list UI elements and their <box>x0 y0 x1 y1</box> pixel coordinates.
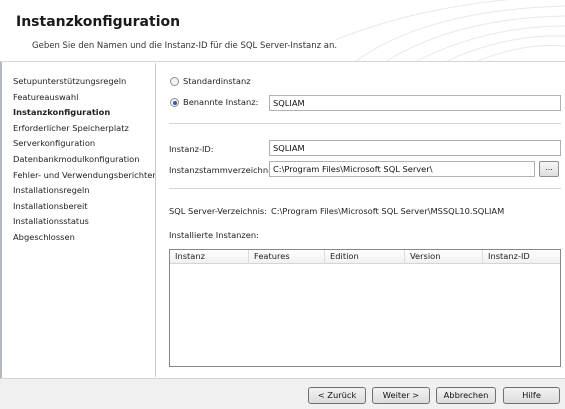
default-instance-label[interactable]: Standardinstanz <box>183 76 251 86</box>
sql-dir-label: SQL Server-Verzeichnis: <box>169 206 268 216</box>
table-header: Instanz Features Edition Version Instanz… <box>170 250 560 264</box>
wizard-steps-sidebar: Setupunterstützungsregeln Featureauswahl… <box>2 63 156 377</box>
named-instance-input[interactable]: SQLIAM <box>269 95 561 111</box>
sidebar-item-setupunterstuetzungsregeln[interactable]: Setupunterstützungsregeln <box>2 74 155 90</box>
wizard-footer: < Zurück Weiter > Abbrechen Hilfe <box>0 378 565 409</box>
browse-button[interactable]: ... <box>539 161 559 177</box>
column-header-instanz[interactable]: Instanz <box>170 250 249 264</box>
sidebar-item-featureauswahl[interactable]: Featureauswahl <box>2 90 155 106</box>
separator <box>169 123 561 124</box>
sidebar-item-abgeschlossen[interactable]: Abgeschlossen <box>2 230 155 246</box>
default-instance-radio[interactable] <box>170 77 179 86</box>
sql-dir-value: C:\Program Files\Microsoft SQL Server\MS… <box>271 206 505 216</box>
root-dir-label: Instanzstammverzeichnis: <box>169 165 278 175</box>
page-title: Instanzkonfiguration <box>16 14 181 30</box>
named-instance-label[interactable]: Benannte Instanz: <box>183 97 258 107</box>
column-header-instanz-id[interactable]: Instanz-ID <box>483 250 560 264</box>
sidebar-item-datenbankmodul[interactable]: Datenbankmodulkonfiguration <box>2 152 155 168</box>
sidebar-item-installationsregeln[interactable]: Installationsregeln <box>2 183 155 199</box>
root-dir-input[interactable]: C:\Program Files\Microsoft SQL Server\ <box>269 161 535 177</box>
next-button[interactable]: Weiter > <box>372 387 430 404</box>
page-header: Instanzkonfiguration Geben Sie den Namen… <box>0 0 565 62</box>
back-button[interactable]: < Zurück <box>308 387 366 404</box>
sidebar-item-installationsstatus[interactable]: Installationsstatus <box>2 214 155 230</box>
column-header-edition[interactable]: Edition <box>325 250 405 264</box>
instance-id-input[interactable]: SQLIAM <box>269 140 561 156</box>
page-subtitle: Geben Sie den Namen und die Instanz-ID f… <box>32 41 338 51</box>
sidebar-item-installationsbereit[interactable]: Installationsbereit <box>2 199 155 215</box>
instance-id-label: Instanz-ID: <box>169 144 214 154</box>
header-decoration <box>335 0 565 61</box>
named-instance-radio[interactable] <box>170 98 179 107</box>
cancel-button[interactable]: Abbrechen <box>436 387 496 404</box>
separator <box>169 188 561 189</box>
sidebar-item-speicherplatz[interactable]: Erforderlicher Speicherplatz <box>2 121 155 137</box>
column-header-version[interactable]: Version <box>405 250 483 264</box>
installed-instances-label: Installierte Instanzen: <box>169 230 259 240</box>
sidebar-item-instanzkonfiguration[interactable]: Instanzkonfiguration <box>2 105 155 121</box>
installed-instances-table[interactable]: Instanz Features Edition Version Instanz… <box>169 249 561 367</box>
sidebar-item-serverkonfiguration[interactable]: Serverkonfiguration <box>2 136 155 152</box>
help-button[interactable]: Hilfe <box>503 387 560 404</box>
column-header-features[interactable]: Features <box>249 250 325 264</box>
main-content: Standardinstanz Benannte Instanz: SQLIAM… <box>157 63 565 377</box>
sidebar-item-fehlerberichterstattung[interactable]: Fehler- und Verwendungsberichter... <box>2 168 155 184</box>
